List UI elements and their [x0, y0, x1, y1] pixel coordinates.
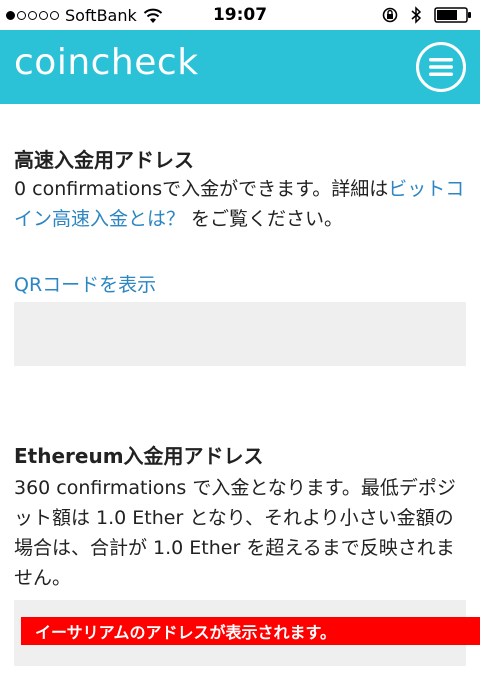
rotation-lock-icon [382, 7, 398, 23]
ethereum-deposit-title: Ethereum入金用アドレス [14, 444, 264, 468]
battery-icon [434, 7, 471, 23]
fast-deposit-address-box[interactable] [14, 302, 466, 366]
fast-deposit-desc-prefix: 0 confirmationsで入金ができます。詳細は [14, 178, 389, 200]
bluetooth-icon [411, 6, 422, 24]
status-right [382, 6, 472, 24]
menu-button[interactable] [416, 42, 466, 92]
hamburger-menu-icon [429, 58, 453, 76]
ethereum-deposit-description: 360 confirmations で入金となります。最低デポジット額は 1.0… [14, 477, 456, 589]
status-bar: SoftBank 19:07 [0, 0, 480, 30]
fast-deposit-title: 高速入金用アドレス [14, 148, 194, 172]
show-qr-code-link[interactable]: QRコードを表示 [14, 270, 156, 297]
app-header: coincheck [0, 30, 480, 104]
fast-deposit-description: 0 confirmationsで入金ができます。詳細はビットコイン高速入金とは？… [14, 174, 466, 234]
ethereum-address-banner: イーサリアムのアドレスが表示されます。 [21, 617, 480, 645]
fast-deposit-desc-suffix: をご覧ください。 [185, 208, 344, 230]
coincheck-logo[interactable]: coincheck [14, 42, 199, 83]
